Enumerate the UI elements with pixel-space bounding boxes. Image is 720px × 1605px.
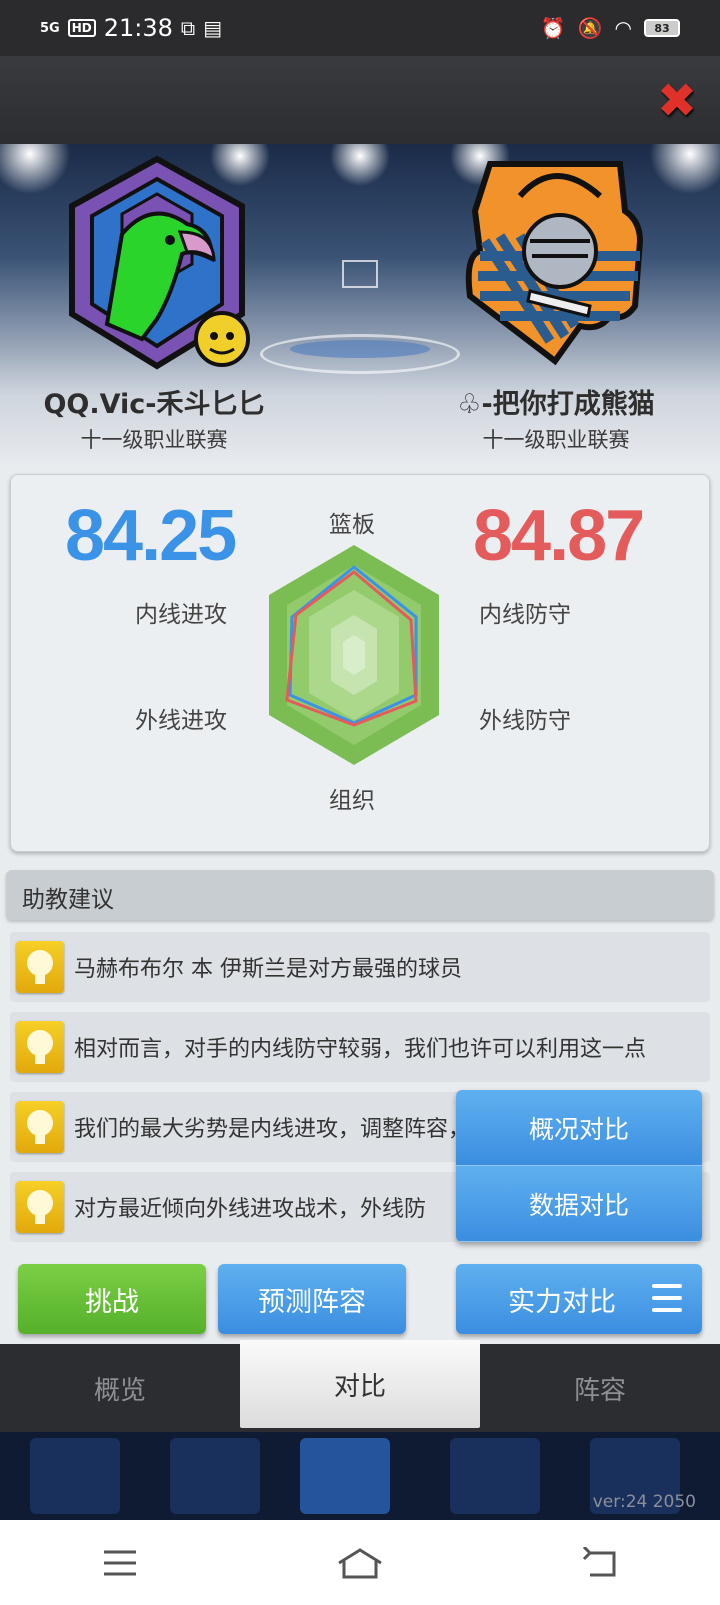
advice-header: 助教建议 — [6, 870, 714, 920]
comparison-popup-menu: 概况对比 数据对比 — [456, 1090, 702, 1242]
lightbulb-icon — [16, 1101, 64, 1153]
left-team-score: 84.25 — [65, 496, 237, 576]
strength-compare-label: 实力对比 — [508, 1286, 616, 1318]
label-inside-defense: 内线防守 — [479, 602, 571, 628]
data-compare-option[interactable]: 数据对比 — [456, 1166, 702, 1242]
back-nav-icon[interactable] — [570, 1543, 630, 1583]
advice-tip-text: 马赫布布尔 本 伊斯兰是对方最强的球员 — [74, 957, 462, 982]
screenshot-icon: ⧉ — [180, 16, 196, 40]
tab-lineup[interactable]: 阵容 — [480, 1344, 720, 1432]
overview-compare-option[interactable]: 概况对比 — [456, 1090, 702, 1166]
top-bar: ✖ — [0, 56, 720, 144]
battery-icon: 83 — [644, 19, 680, 37]
sticker-icon: ▤ — [203, 16, 223, 40]
right-team-name[interactable]: ♧-把你打成熊猫 — [396, 382, 716, 421]
predict-lineup-button[interactable]: 预测阵容 — [218, 1264, 406, 1334]
advice-tip-text: 我们的最大劣势是内线进攻，调整阵容， — [74, 1117, 471, 1142]
label-outside-defense: 外线防守 — [479, 708, 571, 734]
wifi-icon: ◠ — [614, 16, 632, 40]
left-team-league: 十一级职业联赛 — [80, 428, 228, 452]
game-bottom-bar: ver:24 2050 — [0, 1432, 720, 1520]
hoop — [342, 260, 378, 288]
menu-nav-icon[interactable] — [90, 1543, 150, 1583]
blurred-nav-icon — [170, 1438, 260, 1514]
label-outside-offense: 外线进攻 — [135, 708, 227, 734]
strength-compare-button[interactable]: 实力对比 — [456, 1264, 702, 1334]
tab-compare[interactable]: 对比 — [240, 1340, 480, 1428]
advice-tip-text: 对方最近倾向外线进攻战术，外线防 — [74, 1197, 427, 1222]
lightbulb-icon — [16, 1181, 64, 1233]
advice-tip: 马赫布布尔 本 伊斯兰是对方最强的球员 — [10, 932, 710, 1002]
knight-logo-icon[interactable] — [460, 156, 650, 366]
system-nav-bar — [0, 1520, 720, 1605]
right-team-league: 十一级职业联赛 — [482, 428, 630, 452]
label-organize: 组织 — [329, 788, 375, 814]
radar-chart — [269, 545, 439, 765]
blurred-nav-icon — [450, 1438, 540, 1514]
label-inside-offense: 内线进攻 — [135, 602, 227, 628]
lightbulb-icon — [16, 941, 64, 993]
label-rebound: 篮板 — [329, 512, 375, 538]
blurred-nav-icon — [300, 1438, 390, 1514]
team-banner: QQ.Vic-禾斗匕匕 十一级职业联赛 ♧-把你打成熊猫 十一级职业联赛 — [0, 144, 720, 466]
alarm-icon: ⏰ — [540, 16, 566, 40]
version-label: ver:24 2050 — [592, 1492, 696, 1512]
eagle-logo-icon[interactable] — [62, 154, 252, 379]
tab-bar: 概览 对比 阵容 — [0, 1340, 720, 1432]
advice-tip: 相对而言，对手的内线防守较弱，我们也许可以利用这一点 — [10, 1012, 710, 1082]
blurred-nav-icon — [30, 1438, 120, 1514]
mute-icon: 🔕 — [577, 16, 603, 40]
strength-comparison-card: 84.25 84.87 篮板 内线进攻 内线防守 外线进攻 外线防守 组织 — [10, 474, 710, 852]
advice-tip-text: 相对而言，对手的内线防守较弱，我们也许可以利用这一点 — [74, 1037, 647, 1062]
lightbulb-icon — [16, 1021, 64, 1073]
court-center — [290, 340, 430, 358]
hd-badge: HD — [67, 19, 96, 37]
menu-icon — [652, 1284, 682, 1312]
challenge-button[interactable]: 挑战 — [18, 1264, 206, 1334]
left-team-name[interactable]: QQ.Vic-禾斗匕匕 — [0, 382, 314, 421]
tab-overview[interactable]: 概览 — [0, 1344, 240, 1432]
home-nav-icon[interactable] — [330, 1543, 390, 1583]
close-icon[interactable]: ✖ — [654, 77, 700, 125]
status-bar: 5G HD 21:38 ⧉ ▤ ⏰ 🔕 ◠ 83 — [0, 0, 720, 56]
clock: 21:38 — [103, 14, 173, 42]
right-team-score: 84.87 — [473, 496, 645, 576]
signal-icon: 5G — [40, 20, 60, 36]
